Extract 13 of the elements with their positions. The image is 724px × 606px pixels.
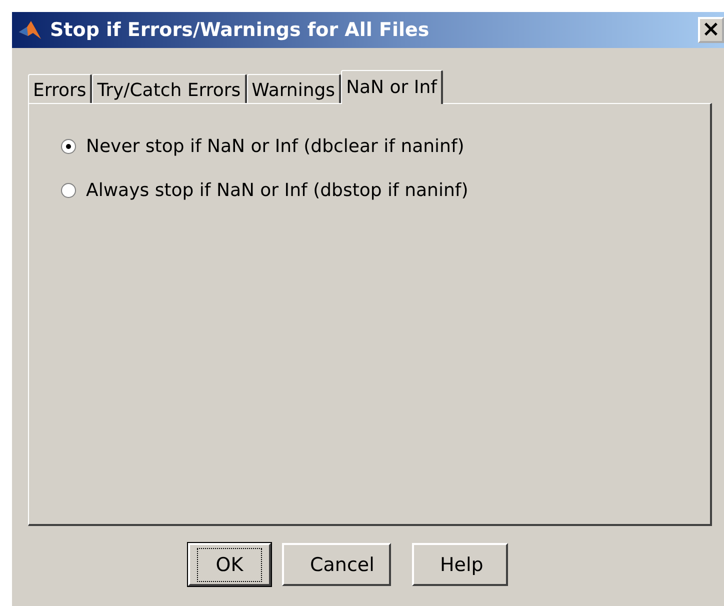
radio-button[interactable] — [61, 182, 76, 198]
dialog-button[interactable]: Help — [412, 543, 508, 586]
dialog-button[interactable]: Cancel — [282, 543, 391, 586]
tab[interactable]: Try/Catch Errors — [92, 74, 247, 103]
window-title: Stop if Errors/Warnings for All Files — [50, 19, 430, 41]
tab[interactable]: Warnings — [246, 74, 342, 103]
dialog-button[interactable]: OK — [188, 543, 271, 586]
option-label[interactable]: Always stop if NaN or Inf (dbstop if naninf) — [86, 180, 468, 200]
radio-button[interactable] — [61, 138, 76, 154]
option-label[interactable]: Never stop if NaN or Inf (dbclear if naninf) — [86, 136, 464, 156]
tab[interactable]: NaN or Inf — [341, 70, 443, 104]
close-button[interactable]: × — [698, 17, 724, 43]
tab[interactable]: Errors — [28, 74, 92, 103]
